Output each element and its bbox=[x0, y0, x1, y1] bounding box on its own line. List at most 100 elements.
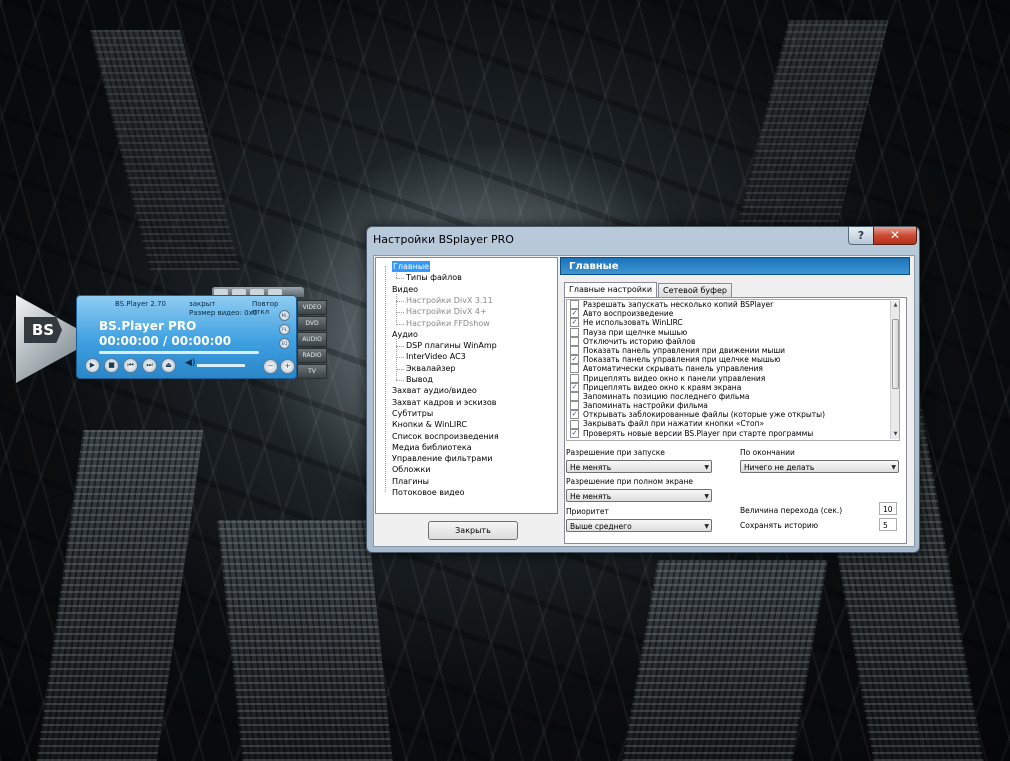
scroll-thumb[interactable] bbox=[892, 319, 899, 389]
pl-button[interactable]: PL bbox=[279, 324, 290, 335]
option-label: Запоминать позицию последнего фильма bbox=[583, 391, 750, 401]
tree-item[interactable]: Управление фильтрами bbox=[392, 453, 492, 464]
checkbox[interactable] bbox=[570, 419, 579, 429]
checkbox-checked[interactable]: ✓ bbox=[570, 309, 579, 319]
option-row[interactable]: Отключить историю файлов bbox=[567, 337, 899, 346]
checkbox[interactable] bbox=[570, 300, 579, 310]
option-row[interactable]: Разрешать запускать несколько копий BSPl… bbox=[567, 300, 899, 310]
option-row[interactable]: ✓ Прицеплять видео окно к краям экрана bbox=[567, 383, 899, 392]
tree-item[interactable]: Захват кадров и эскизов bbox=[392, 397, 497, 408]
option-row[interactable]: ✓ Авто воспроизведение bbox=[567, 309, 899, 319]
volume-up-icon[interactable]: + bbox=[280, 359, 295, 374]
option-row[interactable]: Запоминать позицию последнего фильма bbox=[567, 392, 899, 401]
tree-item[interactable]: DSP плагины WinAmp bbox=[406, 340, 497, 351]
option-row[interactable]: Запоминать настройки фильма bbox=[567, 401, 899, 411]
option-row[interactable]: ✓ Показать панель управления при щелчке м… bbox=[567, 355, 899, 365]
option-row[interactable]: Пауза при щелчке мышью bbox=[567, 328, 899, 337]
option-label: Проверять новые версии BS.Player при ста… bbox=[583, 428, 814, 438]
eq-button[interactable]: EQ bbox=[279, 338, 290, 349]
checkbox-checked[interactable]: ✓ bbox=[570, 318, 579, 328]
scroll-up-icon[interactable]: ▲ bbox=[892, 302, 899, 309]
panel-header: Главные bbox=[560, 257, 910, 275]
tab-general-settings[interactable]: Главные настройки bbox=[564, 282, 658, 297]
chevron-down-icon: ▼ bbox=[891, 464, 896, 471]
tree-item[interactable]: Типы файлов bbox=[406, 272, 462, 283]
fullscreen-resolution-select[interactable]: Не менять ▼ bbox=[566, 489, 712, 502]
checkbox[interactable] bbox=[570, 401, 579, 411]
tree-item[interactable]: Вывод bbox=[406, 374, 433, 385]
tree-item[interactable]: InterVideo AC3 bbox=[406, 351, 466, 362]
checklist-scrollbar[interactable]: ▲ ▼ bbox=[890, 301, 899, 439]
dialog-title: Настройки BSplayer PRO bbox=[373, 233, 514, 246]
checkbox[interactable] bbox=[570, 336, 579, 346]
volume-slider[interactable] bbox=[197, 364, 245, 367]
tree-item[interactable]: Список воспроизведения bbox=[392, 431, 499, 442]
checkbox-checked[interactable]: ✓ bbox=[570, 355, 579, 365]
option-row[interactable]: Закрывать файл при нажатии кнопки «Стоп» bbox=[567, 419, 899, 429]
tab-video[interactable]: VIDEO bbox=[297, 300, 327, 315]
checkbox[interactable] bbox=[570, 327, 579, 337]
checkbox[interactable] bbox=[570, 391, 579, 401]
wallpaper-building bbox=[622, 560, 828, 761]
on-end-label: По окончании bbox=[740, 448, 795, 457]
option-row[interactable]: Прицеплять видео окно к панели управлени… bbox=[567, 374, 899, 383]
tab-network-buffer[interactable]: Сетевой буфер bbox=[658, 283, 732, 297]
history-input[interactable]: 5 bbox=[879, 518, 897, 531]
play-icon[interactable]: ▶ bbox=[85, 358, 100, 373]
scroll-down-icon[interactable]: ▼ bbox=[892, 431, 899, 438]
tab-dvd[interactable]: DVD bbox=[297, 316, 327, 331]
tree-item[interactable]: Потоковое видео bbox=[392, 487, 465, 498]
option-label: Показать панель управления при движении … bbox=[583, 345, 786, 355]
tree-item[interactable]: Главные bbox=[392, 261, 431, 272]
priority-select[interactable]: Выше среднего ▼ bbox=[566, 519, 712, 532]
checkbox-checked[interactable]: ✓ bbox=[570, 410, 579, 420]
checkbox[interactable] bbox=[570, 346, 579, 356]
jump-input[interactable]: 10 bbox=[879, 502, 897, 515]
player-panel: BS.Player 2.70 закрыт Повтор откл Размер… bbox=[76, 295, 297, 379]
tree-item[interactable]: Настройки DivX 3.11 bbox=[406, 295, 493, 306]
next-icon[interactable]: ⏭ bbox=[142, 358, 157, 373]
tab-audio[interactable]: AUDIO bbox=[297, 332, 327, 347]
tree-item[interactable]: Захват аудио/видео bbox=[392, 385, 477, 396]
checkbox-checked[interactable]: ✓ bbox=[570, 428, 579, 438]
help-button[interactable]: ? bbox=[848, 227, 874, 245]
seek-bar[interactable] bbox=[99, 351, 259, 354]
bsplayer-window[interactable]: BS BS.Player 2.70 закрыт Повтор откл Раз… bbox=[16, 287, 328, 383]
jump-label: Величина перехода (сек.) bbox=[740, 506, 843, 515]
checkbox[interactable] bbox=[570, 373, 579, 383]
tree-item[interactable]: Плагины bbox=[392, 476, 429, 487]
option-row[interactable]: ✓ Не использовать WinLIRC bbox=[567, 318, 899, 328]
option-row[interactable]: ✓ Проверять новые версии BS.Player при ст… bbox=[567, 429, 899, 438]
option-label: Открывать заблокированные файлы (которые… bbox=[583, 410, 826, 420]
tree-item[interactable]: Медиа библиотека bbox=[392, 442, 472, 453]
ml-button[interactable]: ML bbox=[279, 310, 290, 321]
eject-icon[interactable]: ⏏ bbox=[161, 358, 176, 373]
option-label: Запоминать настройки фильма bbox=[583, 401, 708, 411]
tree-item[interactable]: Субтитры bbox=[392, 408, 433, 419]
option-row[interactable]: Автоматически скрывать панель управления bbox=[567, 364, 899, 374]
tree-item[interactable]: Настройки FFDshow bbox=[406, 318, 490, 329]
tree-item[interactable]: Эквалайзер bbox=[406, 363, 456, 374]
checkbox-checked[interactable]: ✓ bbox=[570, 382, 579, 392]
tree-item[interactable]: Обложки bbox=[392, 464, 430, 475]
startup-resolution-label: Разрешение при запуске bbox=[566, 448, 665, 457]
close-button[interactable]: Закрыть bbox=[428, 521, 518, 540]
option-row[interactable]: Показать панель управления при движении … bbox=[567, 345, 899, 356]
option-row[interactable]: ✓ Открывать заблокированные файлы (которы… bbox=[567, 410, 899, 420]
startup-resolution-select[interactable]: Не менять ▼ bbox=[566, 460, 712, 473]
on-end-select[interactable]: Ничего не делать ▼ bbox=[740, 460, 899, 473]
volume-down-icon[interactable]: − bbox=[263, 359, 278, 374]
bs-logo-text: BS bbox=[24, 317, 62, 343]
tree-item[interactable]: Настройки DivX 4+ bbox=[406, 306, 487, 317]
close-window-button[interactable]: ✕ bbox=[873, 227, 917, 245]
player-video-size: Размер видео: 0x0 bbox=[189, 309, 258, 317]
options-checklist: Разрешать запускать несколько копий BSPl… bbox=[566, 299, 900, 441]
stop-icon[interactable]: ■ bbox=[104, 358, 119, 373]
fullscreen-resolution-label: Разрешение при полном экране bbox=[566, 477, 693, 486]
prev-icon[interactable]: ⏮ bbox=[123, 358, 138, 373]
tab-tv[interactable]: TV bbox=[297, 364, 327, 379]
option-label: Закрывать файл при нажатии кнопки «Стоп» bbox=[583, 419, 765, 429]
checkbox[interactable] bbox=[570, 364, 579, 374]
tree-item[interactable]: Кнопки & WinLIRC bbox=[392, 419, 467, 430]
tab-radio[interactable]: RADIO bbox=[297, 348, 327, 363]
